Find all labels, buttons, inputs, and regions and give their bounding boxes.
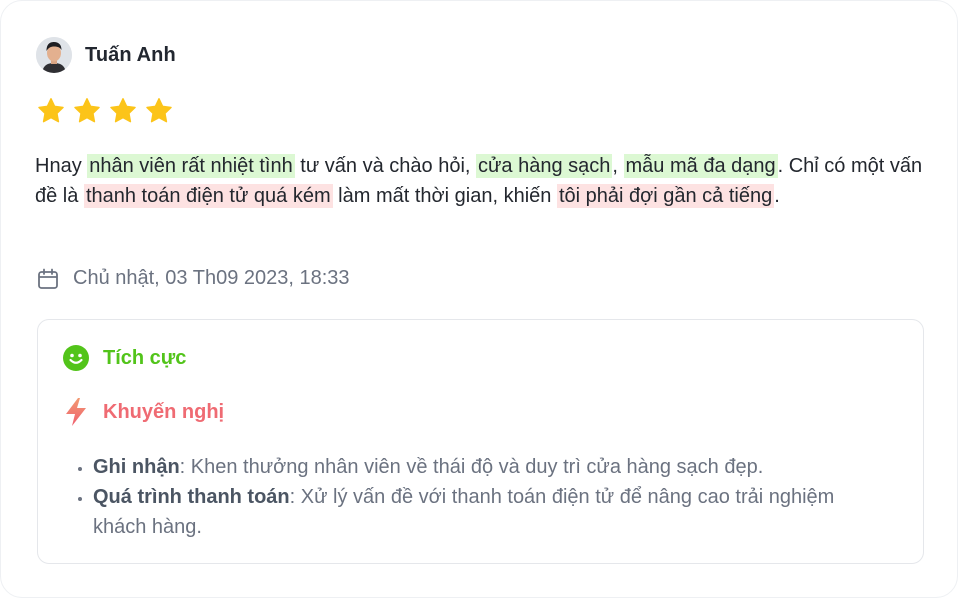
recommendation-label: Khuyến nghị xyxy=(103,400,225,423)
positive-highlight: nhân viên rất nhiệt tình xyxy=(87,154,295,178)
reviewer-header: Tuấn Anh xyxy=(36,37,176,73)
lightning-icon xyxy=(66,398,86,426)
recommendation-item-title: Quá trình thanh toán xyxy=(93,486,290,508)
star-icon xyxy=(38,98,64,123)
negative-highlight: tôi phải đợi gần cả tiếng xyxy=(556,184,775,208)
sentiment-row: Tích cực xyxy=(62,344,186,372)
star-icon xyxy=(74,98,100,123)
review-segment: . xyxy=(774,185,780,207)
review-date-text: Chủ nhật, 03 Th09 2023, 18:33 xyxy=(73,267,350,289)
review-segment: tư vấn và chào hỏi, xyxy=(294,155,477,177)
recommendation-item: Ghi nhận: Khen thưởng nhân viên về thái … xyxy=(93,452,882,482)
review-segment: , xyxy=(612,155,624,177)
review-card: Tuấn Anh Hnay nhân viên rất nhiệt tình t… xyxy=(0,0,958,598)
recommendation-item-title: Ghi nhận xyxy=(93,456,180,478)
negative-highlight: thanh toán điện tử quá kém xyxy=(83,184,333,208)
star-icon xyxy=(146,98,172,123)
review-date: Chủ nhật, 03 Th09 2023, 18:33 xyxy=(37,267,350,290)
smile-icon xyxy=(63,345,89,371)
recommendation-item: Quá trình thanh toán: Xử lý vấn đề với t… xyxy=(93,482,882,542)
calendar-icon xyxy=(38,268,58,289)
analysis-panel: Tích cực Khuyến nghị Ghi nhận: Khen thưở… xyxy=(37,319,924,564)
star-rating xyxy=(37,97,173,125)
star-icon xyxy=(110,98,136,123)
recommendation-item-text: : Khen thưởng nhân viên về thái độ và du… xyxy=(179,456,764,478)
sentiment-label: Tích cực xyxy=(103,346,187,369)
recommendation-row: Khuyến nghị xyxy=(62,397,224,427)
recommendation-list: Ghi nhận: Khen thưởng nhân viên về thái … xyxy=(62,452,882,542)
review-segment: Hnay xyxy=(35,155,88,177)
positive-highlight: cửa hàng sạch xyxy=(476,154,613,178)
positive-highlight: mẫu mã đa dạng xyxy=(623,154,778,178)
review-text: Hnay nhân viên rất nhiệt tình tư vấn và … xyxy=(35,151,925,211)
user-avatar-icon xyxy=(36,37,72,73)
review-segment: làm mất thời gian, khiến xyxy=(332,185,557,207)
reviewer-name: Tuấn Anh xyxy=(85,43,176,66)
avatar xyxy=(36,37,72,73)
